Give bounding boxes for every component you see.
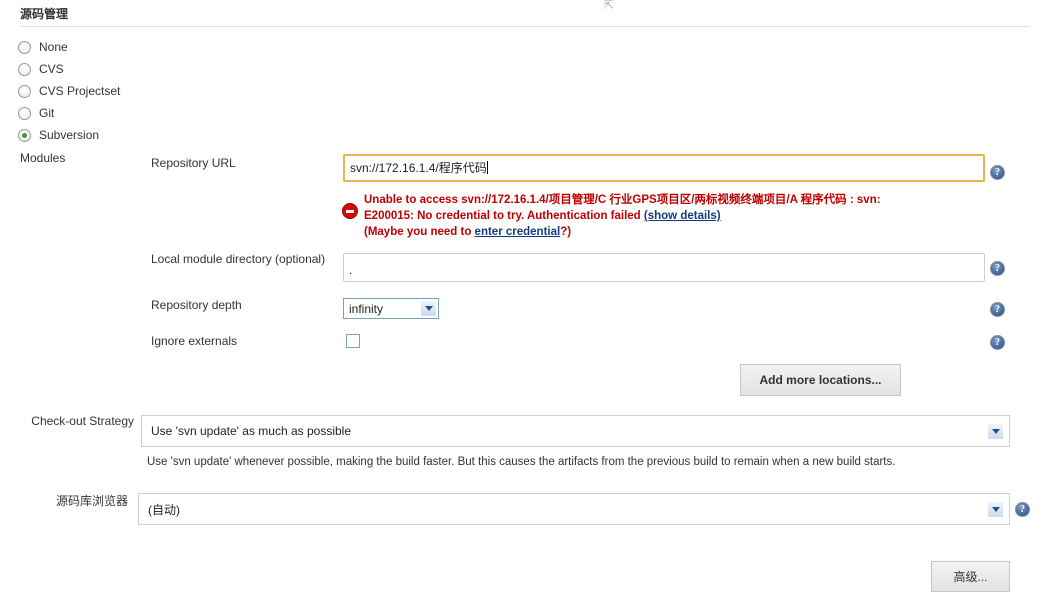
checkout-strategy-select[interactable]: Use 'svn update' as much as possible	[141, 415, 1010, 447]
modules-label: Modules	[20, 151, 66, 165]
local-module-directory-input[interactable]: .	[343, 253, 985, 282]
repository-depth-select[interactable]: infinity	[343, 298, 439, 319]
repository-url-value: svn://172.16.1.4/程序代码	[350, 161, 487, 175]
help-icon[interactable]: ?	[990, 335, 1005, 350]
repository-browser-label: 源码库浏览器	[55, 494, 128, 508]
repository-url-input[interactable]: svn://172.16.1.4/程序代码	[343, 154, 985, 182]
text-caret	[486, 161, 488, 174]
checkout-strategy-description: Use 'svn update' whenever possible, maki…	[147, 456, 896, 468]
scm-radio-group: None CVS CVS Projectset Git Subversion	[18, 36, 120, 146]
scm-option-label: None	[39, 40, 68, 54]
error-line-3: (Maybe you need to enter credential?)	[364, 224, 1000, 240]
chevron-down-icon[interactable]	[987, 423, 1004, 440]
scm-option-subversion[interactable]: Subversion	[18, 124, 120, 146]
section-header: 源码管理	[20, 5, 1030, 27]
scm-option-label: CVS Projectset	[39, 84, 121, 98]
ignore-externals-checkbox[interactable]	[346, 334, 360, 348]
checkout-strategy-label: Check-out Strategy	[31, 414, 134, 428]
scm-option-label: Subversion	[39, 128, 100, 142]
scm-option-label: CVS	[39, 62, 64, 76]
repository-depth-value: infinity	[349, 301, 384, 316]
error-text: Unable to access svn://172.16.1.4/项目管理/C…	[364, 192, 1000, 240]
chevron-down-icon[interactable]	[987, 501, 1004, 518]
enter-credential-link[interactable]: enter credential	[475, 226, 561, 238]
scm-option-cvs-projectset[interactable]: CVS Projectset	[18, 80, 120, 102]
error-line-1: Unable to access svn://172.16.1.4/项目管理/C…	[364, 194, 881, 206]
advanced-button[interactable]: 高级...	[931, 561, 1010, 592]
radio-icon[interactable]	[18, 84, 31, 98]
error-line-3-prefix: (Maybe you need to	[364, 226, 475, 238]
scm-option-label: Git	[39, 106, 55, 120]
radio-icon[interactable]	[18, 62, 31, 76]
ignore-externals-label: Ignore externals	[151, 334, 238, 348]
scm-option-git[interactable]: Git	[18, 102, 120, 124]
repository-browser-select[interactable]: (自动)	[138, 493, 1010, 525]
chevron-down-icon[interactable]	[420, 300, 437, 317]
add-more-locations-button[interactable]: Add more locations...	[740, 364, 901, 396]
scm-option-none[interactable]: None	[18, 36, 120, 58]
repository-browser-value: (自动)	[148, 502, 180, 517]
header-divider	[20, 26, 1030, 27]
error-line-3-suffix: ?)	[560, 226, 572, 238]
error-line-2: E200015: No credential to try. Authentic…	[364, 208, 1000, 224]
radio-icon[interactable]	[18, 106, 31, 120]
error-line-2-text: E200015: No credential to try. Authentic…	[364, 210, 644, 222]
page-title: 源码管理	[20, 7, 69, 21]
checkout-strategy-value: Use 'svn update' as much as possible	[151, 424, 352, 438]
error-icon	[342, 203, 358, 219]
help-icon[interactable]: ?	[1015, 502, 1030, 517]
scm-option-cvs[interactable]: CVS	[18, 58, 120, 80]
show-details-link[interactable]: (show details)	[644, 210, 721, 222]
help-icon[interactable]: ?	[990, 261, 1005, 276]
help-icon[interactable]: ?	[990, 302, 1005, 317]
radio-icon[interactable]	[18, 40, 31, 54]
radio-icon-selected[interactable]	[18, 128, 31, 142]
scm-error-message: Unable to access svn://172.16.1.4/项目管理/C…	[340, 192, 1000, 240]
help-icon[interactable]: ?	[990, 165, 1005, 180]
